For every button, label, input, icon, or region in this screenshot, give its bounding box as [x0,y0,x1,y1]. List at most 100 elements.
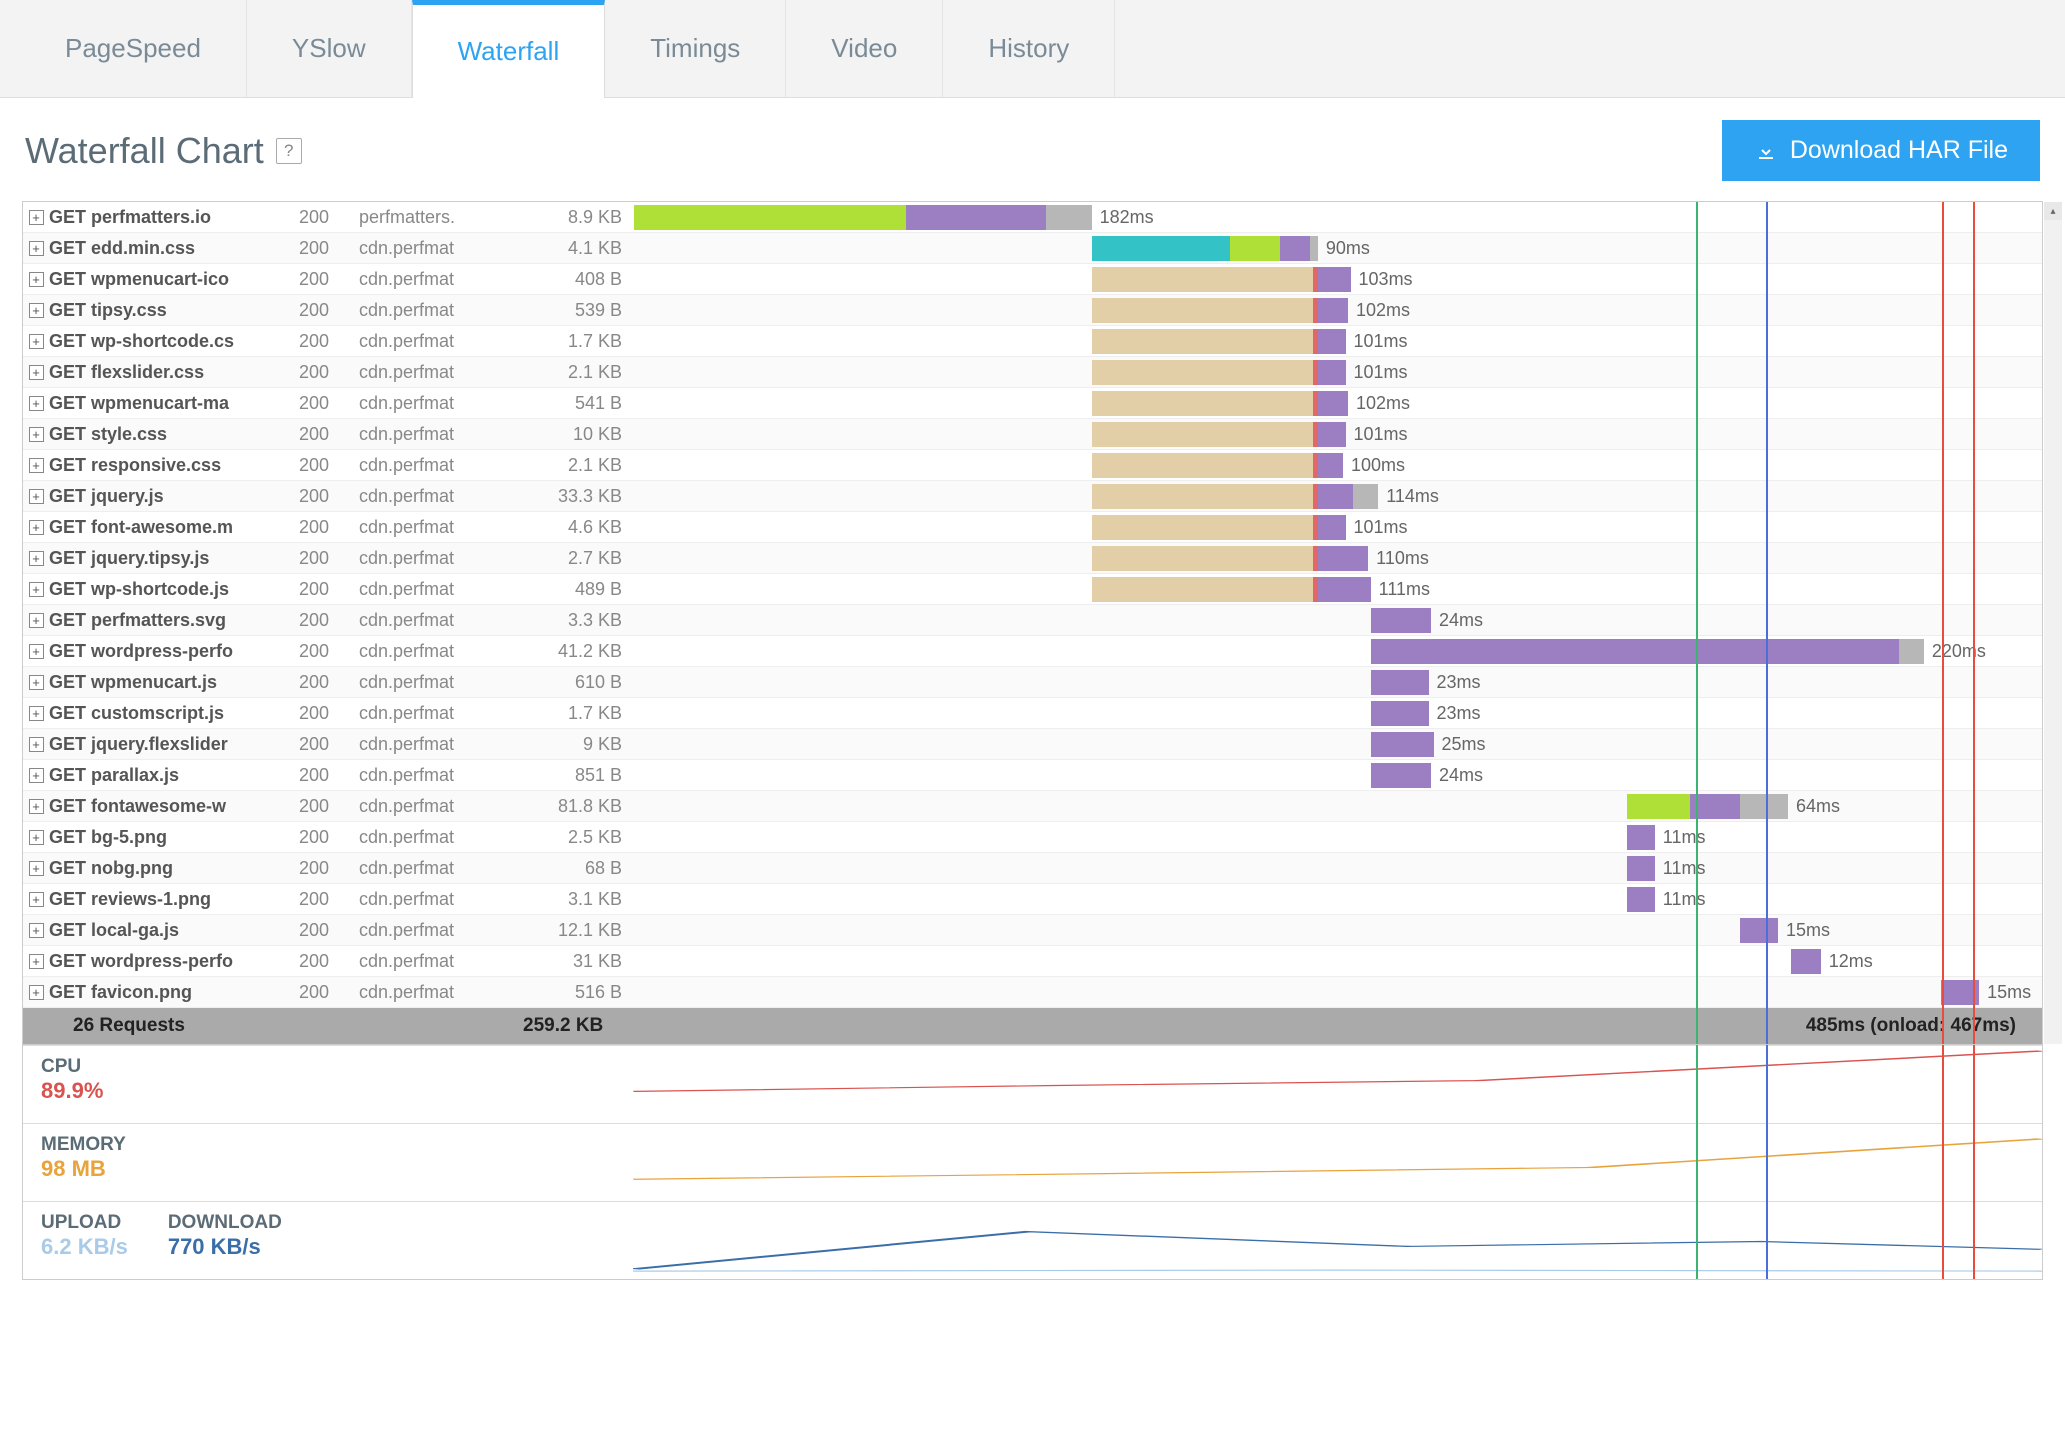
request-name[interactable]: GET jquery.flexslider [49,734,299,755]
download-har-button[interactable]: Download HAR File [1722,120,2040,181]
expand-icon[interactable]: + [29,520,44,535]
request-size: 539 B [524,300,634,321]
expand-icon[interactable]: + [29,892,44,907]
expand-icon[interactable]: + [29,675,44,690]
request-domain: cdn.perfmat [359,548,524,569]
request-domain: cdn.perfmat [359,300,524,321]
request-name[interactable]: GET perfmatters.svg [49,610,299,631]
scroll-up-icon[interactable]: ▴ [2044,202,2062,220]
expand-icon[interactable]: + [29,458,44,473]
request-time: 11ms [1663,858,1706,879]
request-size: 2.5 KB [524,827,634,848]
request-size: 68 B [524,858,634,879]
expand-icon[interactable]: + [29,210,44,225]
expand-icon[interactable]: + [29,582,44,597]
help-icon[interactable]: ? [276,138,302,164]
request-timeline: 15ms [634,915,2042,945]
request-name[interactable]: GET wpmenucart-ma [49,393,299,414]
request-size: 2.7 KB [524,548,634,569]
request-name[interactable]: GET wpmenucart.js [49,672,299,693]
request-name[interactable]: GET style.css [49,424,299,445]
request-timeline: 111ms [634,574,2042,604]
request-timeline: 103ms [634,264,2042,294]
request-name[interactable]: GET jquery.js [49,486,299,507]
expand-icon[interactable]: + [29,551,44,566]
request-domain: cdn.perfmat [359,982,524,1003]
request-name[interactable]: GET reviews-1.png [49,889,299,910]
request-name[interactable]: GET font-awesome.m [49,517,299,538]
request-status: 200 [299,486,359,507]
request-status: 200 [299,269,359,290]
request-name[interactable]: GET nobg.png [49,858,299,879]
table-row: +GET local-ga.js200cdn.perfmat12.1 KB15m… [23,915,2042,946]
expand-icon[interactable]: + [29,861,44,876]
request-size: 851 B [524,765,634,786]
request-name[interactable]: GET responsive.css [49,455,299,476]
request-domain: cdn.perfmat [359,889,524,910]
tab-timings[interactable]: Timings [605,0,786,97]
request-status: 200 [299,672,359,693]
request-name[interactable]: GET wp-shortcode.cs [49,331,299,352]
tab-video[interactable]: Video [786,0,943,97]
request-timeline: 101ms [634,326,2042,356]
expand-icon[interactable]: + [29,799,44,814]
expand-icon[interactable]: + [29,241,44,256]
request-name[interactable]: GET edd.min.css [49,238,299,259]
expand-icon[interactable]: + [29,365,44,380]
table-row: +GET tipsy.css200cdn.perfmat539 B102ms [23,295,2042,326]
request-status: 200 [299,734,359,755]
table-row: +GET style.css200cdn.perfmat10 KB101ms [23,419,2042,450]
request-name[interactable]: GET flexslider.css [49,362,299,383]
request-name[interactable]: GET wpmenucart-ico [49,269,299,290]
perf-section: CPU 89.9% MEMORY 98 MB UPLOAD 6.2 KB/s D… [22,1045,2043,1280]
request-status: 200 [299,641,359,662]
request-timeline: 101ms [634,357,2042,387]
request-name[interactable]: GET tipsy.css [49,300,299,321]
expand-icon[interactable]: + [29,613,44,628]
expand-icon[interactable]: + [29,737,44,752]
table-row: +GET bg-5.png200cdn.perfmat2.5 KB11ms [23,822,2042,853]
expand-icon[interactable]: + [29,303,44,318]
tab-yslow[interactable]: YSlow [247,0,412,97]
expand-icon[interactable]: + [29,272,44,287]
expand-icon[interactable]: + [29,985,44,1000]
expand-icon[interactable]: + [29,830,44,845]
request-timeline: 64ms [634,791,2042,821]
tab-waterfall[interactable]: Waterfall [412,0,606,98]
request-name[interactable]: GET wp-shortcode.js [49,579,299,600]
request-name[interactable]: GET favicon.png [49,982,299,1003]
expand-icon[interactable]: + [29,334,44,349]
request-status: 200 [299,238,359,259]
expand-icon[interactable]: + [29,706,44,721]
request-name[interactable]: GET fontawesome-w [49,796,299,817]
expand-icon[interactable]: + [29,954,44,969]
request-status: 200 [299,703,359,724]
request-status: 200 [299,362,359,383]
request-name[interactable]: GET bg-5.png [49,827,299,848]
expand-icon[interactable]: + [29,489,44,504]
expand-icon[interactable]: + [29,644,44,659]
table-row: +GET edd.min.css200cdn.perfmat4.1 KB90ms [23,233,2042,264]
request-status: 200 [299,889,359,910]
request-name[interactable]: GET parallax.js [49,765,299,786]
expand-icon[interactable]: + [29,768,44,783]
download-label: DOWNLOAD [168,1212,282,1234]
request-name[interactable]: GET jquery.tipsy.js [49,548,299,569]
expand-icon[interactable]: + [29,396,44,411]
request-timeline: 114ms [634,481,2042,511]
request-name[interactable]: GET local-ga.js [49,920,299,941]
tab-history[interactable]: History [943,0,1115,97]
cpu-label: CPU [41,1056,633,1078]
request-name[interactable]: GET wordpress-perfo [49,641,299,662]
scrollbar[interactable]: ▴ [2044,202,2062,1044]
request-name[interactable]: GET wordpress-perfo [49,951,299,972]
request-time: 24ms [1439,765,1483,786]
table-row: +GET perfmatters.svg200cdn.perfmat3.3 KB… [23,605,2042,636]
tab-pagespeed[interactable]: PageSpeed [20,0,247,97]
expand-icon[interactable]: + [29,923,44,938]
expand-icon[interactable]: + [29,427,44,442]
request-name[interactable]: GET perfmatters.io [49,207,299,228]
request-name[interactable]: GET customscript.js [49,703,299,724]
request-size: 489 B [524,579,634,600]
request-size: 2.1 KB [524,455,634,476]
